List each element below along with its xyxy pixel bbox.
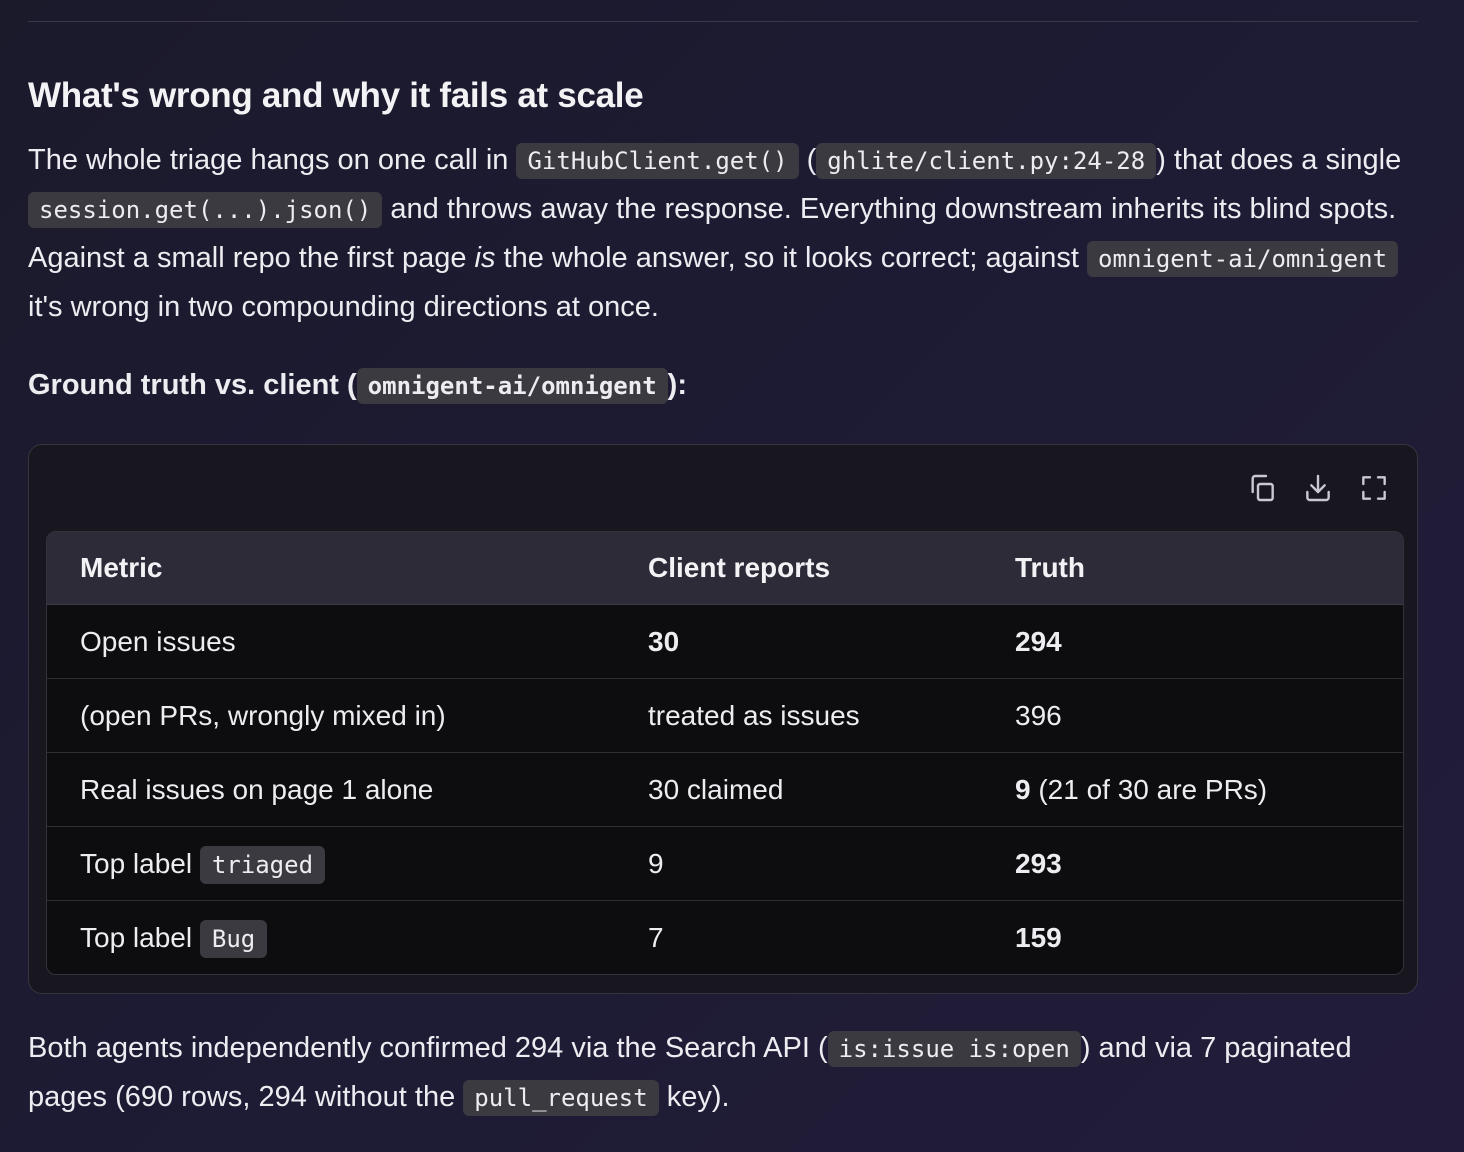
caption-text-2: ): xyxy=(667,369,687,401)
cell-truth: 9 (21 of 30 are PRs) xyxy=(982,752,1403,827)
label-code-bug: Bug xyxy=(199,919,268,958)
intro-text-5: the whole answer, so it looks correct; a… xyxy=(495,242,1088,274)
metrics-table: Metric Client reports Truth Open issues … xyxy=(46,531,1404,975)
cell-client: 9 xyxy=(615,826,982,901)
intro-text-2: ( xyxy=(798,144,817,176)
inline-code-search-query: is:issue is:open xyxy=(827,1031,1081,1067)
caption-text-1: Ground truth vs. client ( xyxy=(28,369,357,401)
expand-icon xyxy=(1362,476,1386,500)
cell-truth: 159 xyxy=(982,900,1403,974)
inline-code-repo: omnigent-ai/omnigent xyxy=(1087,241,1399,277)
intro-emphasis: is xyxy=(474,242,496,274)
header-truth: Truth xyxy=(982,532,1403,605)
header-metric: Metric xyxy=(47,532,615,605)
download-icon xyxy=(1306,474,1330,502)
table-row: Top label Bug 7 159 xyxy=(47,900,1403,974)
section-heading: What's wrong and why it fails at scale xyxy=(28,76,644,115)
inline-code-pull-request: pull_request xyxy=(463,1080,659,1116)
copy-icon xyxy=(1251,474,1274,502)
table-row: Real issues on page 1 alone 30 claimed 9… xyxy=(47,752,1403,827)
download-button[interactable] xyxy=(1299,469,1337,507)
inline-code-githubclient-get: GitHubClient.get() xyxy=(516,143,799,179)
cell-truth: 294 xyxy=(982,604,1403,679)
cell-client: 30 claimed xyxy=(615,752,982,827)
inline-code-session-get: session.get(...).json() xyxy=(28,192,383,228)
table-card: Metric Client reports Truth Open issues … xyxy=(28,444,1418,994)
table-row: (open PRs, wrongly mixed in) treated as … xyxy=(47,678,1403,753)
cell-metric: Top label Bug xyxy=(47,900,615,974)
cell-truth-note: (21 of 30 are PRs) xyxy=(1030,773,1268,805)
table-header-row: Metric Client reports Truth xyxy=(47,532,1403,605)
message-content: What's wrong and why it fails at scale T… xyxy=(28,0,1418,1122)
expand-button[interactable] xyxy=(1355,469,1393,507)
cell-metric: Open issues xyxy=(47,604,615,679)
cell-truth-value: 9 xyxy=(1015,773,1031,805)
intro-paragraph: The whole triage hangs on one call in Gi… xyxy=(28,136,1418,331)
table-row: Open issues 30 294 xyxy=(47,604,1403,679)
inline-code-client-py: ghlite/client.py:24-28 xyxy=(816,143,1157,179)
intro-text-1: The whole triage hangs on one call in xyxy=(28,144,517,176)
copy-button[interactable] xyxy=(1243,469,1281,507)
cell-metric-text: Top label xyxy=(80,847,200,879)
intro-text-3: ) that does a single xyxy=(1156,144,1402,176)
table-toolbar xyxy=(1243,469,1393,507)
cell-client: 30 xyxy=(615,604,982,679)
caption-code-repo: omnigent-ai/omnigent xyxy=(356,368,668,404)
cell-client: 7 xyxy=(615,900,982,974)
closing-text-3: key). xyxy=(658,1081,730,1113)
table-row: Top label triaged 9 293 xyxy=(47,826,1403,901)
cell-metric: Top label triaged xyxy=(47,826,615,901)
cell-metric: Real issues on page 1 alone xyxy=(47,752,615,827)
header-client-reports: Client reports xyxy=(615,532,982,605)
cell-truth: 293 xyxy=(982,826,1403,901)
table-caption: Ground truth vs. client (omnigent-ai/omn… xyxy=(28,361,1418,410)
intro-text-6: it's wrong in two compounding directions… xyxy=(28,291,659,323)
cell-truth: 396 xyxy=(982,678,1403,753)
cell-metric-text: Top label xyxy=(80,921,200,953)
divider xyxy=(28,21,1418,22)
label-code-triaged: triaged xyxy=(199,845,326,884)
closing-paragraph: Both agents independently confirmed 294 … xyxy=(28,1024,1418,1122)
closing-text-1: Both agents independently confirmed 294 … xyxy=(28,1032,828,1064)
cell-client: treated as issues xyxy=(615,678,982,753)
cell-metric: (open PRs, wrongly mixed in) xyxy=(47,678,615,753)
